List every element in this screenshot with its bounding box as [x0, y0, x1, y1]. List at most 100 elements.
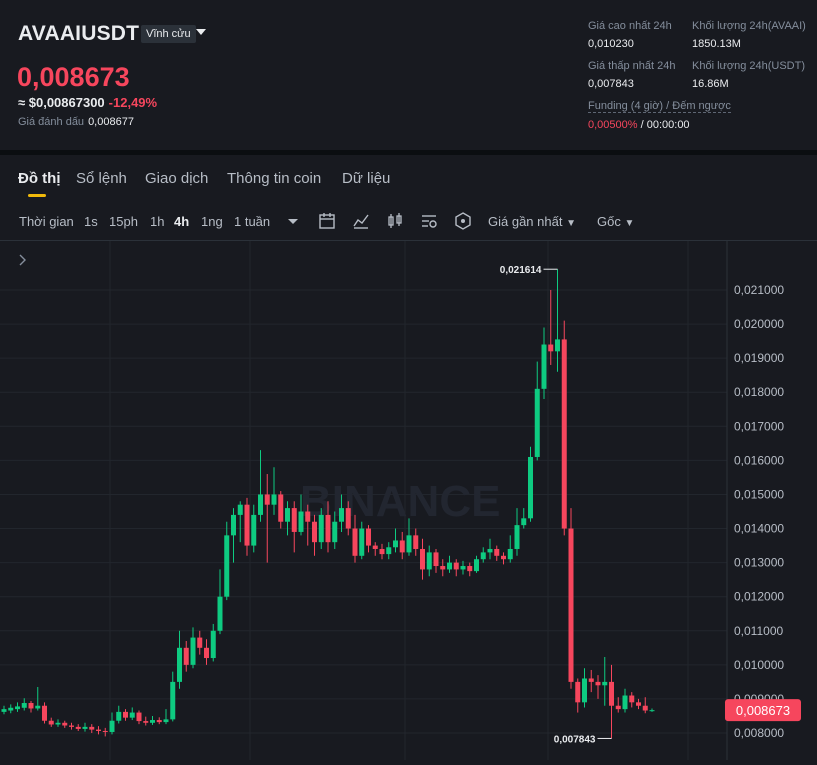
candle-body [291, 508, 297, 532]
candle-body [48, 720, 54, 725]
candle-body [494, 548, 500, 556]
candle-body [609, 681, 614, 706]
y-tick-label: 0,012000 [734, 590, 784, 604]
mark-price: Giá đánh dấu 0,008677 [18, 116, 134, 128]
candle-body [285, 508, 290, 522]
candle-body [210, 630, 216, 659]
y-tick-label: 0,019000 [734, 351, 784, 365]
candle-body [170, 681, 176, 720]
candle-body [447, 562, 452, 570]
candle-body [264, 494, 270, 505]
candle-body [453, 562, 459, 570]
candle-body [150, 720, 155, 723]
funding-rate: 0,00500% [588, 119, 638, 131]
candle-body [82, 726, 88, 729]
chevron-right-icon[interactable] [19, 254, 26, 266]
candle-body [386, 547, 392, 555]
tab-coin-info[interactable]: Thông tin coin [227, 170, 321, 187]
candle-body [278, 494, 284, 522]
candle-body [197, 637, 203, 648]
candle-body [480, 552, 486, 560]
candle-body [116, 711, 122, 721]
candle-body [636, 702, 641, 706]
candle-body [426, 552, 432, 570]
funding-values: 0,00500% / 00:00:00 [588, 119, 690, 131]
candle-body [75, 726, 81, 729]
active-tab-indicator [28, 194, 46, 197]
candle-body [595, 681, 601, 686]
candle-body [420, 548, 425, 570]
candle-body [366, 528, 371, 546]
tab-chart[interactable]: Đồ thị [18, 170, 61, 187]
tab-trades[interactable]: Giao dịch [145, 170, 208, 187]
candle-body [312, 521, 317, 543]
settings-chart-icon[interactable] [420, 212, 438, 230]
ticker-header: AVAAIUSDT Vĩnh cửu 0,008673 ≈ $0,0086730… [0, 0, 817, 150]
candle-body [568, 528, 574, 682]
candle-body [393, 540, 398, 548]
volume-quote-24h: Khối lượng 24h(USDT) 16.86M [692, 60, 805, 90]
candle-body [507, 548, 513, 560]
view-mode-select[interactable]: Gốc ▼ [597, 214, 634, 229]
candle-body [217, 596, 223, 631]
candle-body [129, 712, 135, 718]
candle-body [136, 712, 142, 722]
candle-body [379, 548, 385, 555]
candle-body [109, 720, 115, 732]
candle-body [258, 494, 263, 515]
interval-15m[interactable]: 15ph [109, 214, 138, 229]
candle-body [55, 722, 61, 725]
y-tick-label: 0,014000 [734, 522, 784, 536]
tab-data[interactable]: Dữ liệu [342, 170, 390, 187]
price-source-value: Giá gần nhất [488, 214, 563, 229]
price-chart[interactable]: BINANCE 0,021000 0,020000 0,019000 0,018000… [0, 241, 817, 760]
volume-quote-label: Khối lượng 24h(USDT) [692, 60, 806, 72]
candle-body [440, 566, 446, 570]
chart-toolbar: Thời gian 1s 15ph 1h 4h 1ng 1 tuần Giá g… [0, 203, 817, 241]
y-axis: 0,021000 0,020000 0,019000 0,018000 0,017000… [726, 241, 784, 760]
candle-body [8, 707, 14, 711]
chevron-down-icon[interactable] [196, 29, 206, 35]
mark-price-value: 0,008677 [88, 116, 134, 128]
candlestick-chart[interactable]: BINANCE 0,0210000,0200000,0190000,018000… [0, 241, 817, 760]
candle-body [35, 705, 41, 709]
depth-icon[interactable] [454, 212, 472, 230]
last-price: 0,008673 [17, 62, 130, 92]
high-24h-label: Giá cao nhất 24h [588, 20, 672, 32]
interval-4h[interactable]: 4h [174, 214, 189, 229]
candle-body [298, 511, 304, 532]
interval-1h[interactable]: 1h [150, 214, 164, 229]
candle-body [622, 695, 628, 710]
candlestick-icon[interactable] [386, 212, 404, 230]
candle-body [399, 540, 405, 553]
chevron-down-icon: ▼ [566, 218, 576, 229]
chevron-down-icon[interactable] [284, 212, 302, 230]
candle-body [102, 730, 108, 732]
candle-body [467, 566, 473, 572]
tab-orderbook[interactable]: Sổ lệnh [76, 170, 127, 187]
funding-label[interactable]: Funding (4 giờ) / Đếm ngược [588, 100, 731, 113]
calendar-icon[interactable] [318, 212, 336, 230]
candle-body [190, 637, 196, 665]
y-tick-label: 0,013000 [734, 556, 784, 570]
candle-body [602, 681, 608, 686]
view-mode-value: Gốc [597, 214, 621, 229]
interval-1w[interactable]: 1 tuần [234, 214, 270, 229]
y-tick-label: 0,021000 [734, 283, 784, 297]
candle-body [372, 545, 378, 549]
candle-body [62, 722, 68, 726]
symbol-title[interactable]: AVAAIUSDT [18, 22, 139, 46]
candle-body [521, 518, 527, 526]
candle-body [541, 344, 547, 389]
candle-body [237, 504, 243, 515]
line-chart-icon[interactable] [352, 212, 370, 230]
price-source-select[interactable]: Giá gần nhất ▼ [488, 214, 576, 229]
interval-1d[interactable]: 1ng [201, 214, 223, 229]
y-tick-label: 0,010000 [734, 658, 784, 672]
low-marker-label: 0,007843 [554, 734, 596, 745]
candle-body [339, 508, 344, 522]
candle-body [460, 566, 466, 570]
y-tick-label: 0,017000 [734, 419, 784, 433]
candle-body [15, 706, 20, 710]
interval-1s[interactable]: 1s [84, 214, 98, 229]
